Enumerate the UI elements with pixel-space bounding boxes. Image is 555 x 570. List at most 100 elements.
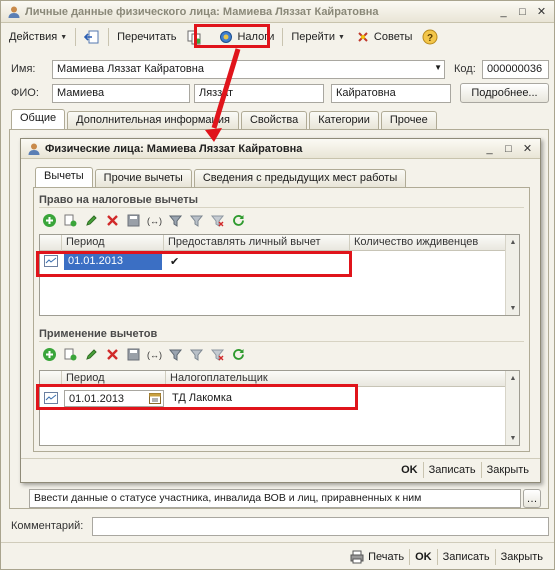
tab-deductions[interactable]: Вычеты [35, 167, 93, 187]
toolbar-separator [282, 28, 284, 46]
add-icon[interactable] [41, 212, 58, 229]
save-row-icon[interactable] [125, 212, 142, 229]
deductions-dialog: Физические лица: Мамиева Ляззат Кайратов… [20, 138, 541, 483]
vertical-scrollbar[interactable]: ▲ ▼ [505, 235, 519, 315]
add-icon[interactable] [41, 346, 58, 363]
name-input[interactable]: Мамиева Ляззат Кайратовна ▼ [52, 60, 445, 79]
filter-list-icon[interactable] [188, 212, 205, 229]
maximize-button[interactable]: □ [514, 4, 531, 20]
scroll-up-arrow-icon[interactable]: ▲ [506, 371, 519, 385]
more-label: Подробнее... [471, 87, 538, 99]
comment-label: Комментарий: [11, 520, 84, 532]
save-row-icon[interactable] [125, 346, 142, 363]
remove-filter-icon[interactable] [209, 346, 226, 363]
tab-categories[interactable]: Категории [309, 111, 379, 129]
last-name-value: Мамиева [57, 87, 105, 99]
vertical-scrollbar[interactable]: ▲ ▼ [505, 371, 519, 445]
dropdown-arrow-icon: ▼ [337, 33, 345, 41]
filter-list-icon[interactable] [188, 346, 205, 363]
close-button[interactable]: ✕ [533, 4, 550, 20]
tab-other-deductions[interactable]: Прочие вычеты [94, 169, 192, 187]
window-title: Личные данные физического лица: Мамиева … [25, 5, 379, 18]
person-icon [27, 142, 41, 156]
go-back-button[interactable] [80, 26, 104, 48]
copy-row-icon[interactable] [62, 212, 79, 229]
scroll-down-arrow-icon[interactable]: ▼ [506, 301, 519, 315]
copy-row-icon[interactable] [62, 346, 79, 363]
edit-icon[interactable] [83, 346, 100, 363]
column-header-dependents[interactable]: Количество иждивенцев [350, 235, 507, 251]
first-name-input[interactable]: Ляззат [194, 84, 324, 103]
footer-bar: Печать OK Записать Закрыть [344, 547, 548, 567]
delete-icon[interactable] [104, 346, 121, 363]
print-button[interactable]: Печать [344, 547, 409, 567]
dialog-close-button[interactable]: ✕ [519, 141, 536, 157]
toolbar-separator [75, 28, 77, 46]
refresh-icon[interactable] [230, 346, 247, 363]
filter-icon[interactable] [167, 212, 184, 229]
patronymic-value: Кайратовна [336, 87, 396, 99]
code-input[interactable]: 000000036 [482, 60, 549, 79]
help-icon: ? [422, 29, 438, 45]
tab-previous-jobs[interactable]: Сведения с предыдущих мест работы [193, 169, 407, 187]
tab-additional-info[interactable]: Дополнительная информация [67, 111, 239, 129]
actions-menu[interactable]: Действия ▼ [5, 26, 71, 48]
cell-dependents[interactable] [352, 253, 502, 270]
dialog-minimize-button[interactable]: _ [481, 141, 498, 157]
remove-filter-icon[interactable] [209, 212, 226, 229]
column-header-personal-deduction[interactable]: Предоставлять личный вычет [164, 235, 350, 251]
refresh-icon[interactable] [230, 212, 247, 229]
comment-input[interactable] [92, 517, 549, 536]
dialog-maximize-button[interactable]: □ [500, 141, 517, 157]
minimize-button[interactable]: _ [495, 4, 512, 20]
footer-divider [1, 542, 554, 543]
reread-label: Перечитать [117, 31, 177, 43]
main-tabs: Общие Дополнительная информация Свойства… [11, 109, 437, 129]
edit-icon[interactable] [83, 212, 100, 229]
patronymic-input[interactable]: Кайратовна [331, 84, 451, 103]
table-header-icon-col [40, 235, 62, 251]
last-name-input[interactable]: Мамиева [52, 84, 190, 103]
goto-menu[interactable]: Перейти ▼ [287, 26, 349, 48]
help-button[interactable]: ? [418, 26, 442, 48]
dialog-title: Физические лица: Мамиева Ляззат Кайратов… [45, 142, 303, 155]
dialog-ok-button[interactable]: OK [396, 462, 423, 478]
dropdown-arrow-icon: ▼ [60, 33, 68, 41]
period-icon[interactable]: (↔) [146, 212, 163, 229]
status-field[interactable]: Ввести данные о статусе участника, инвал… [29, 489, 521, 508]
filter-icon[interactable] [167, 346, 184, 363]
close-window-button[interactable]: Закрыть [496, 549, 548, 565]
scroll-down-arrow-icon[interactable]: ▼ [506, 431, 519, 445]
highlight-taxes-button [194, 24, 270, 48]
column-header-period[interactable]: Период [62, 235, 164, 251]
more-button[interactable]: Подробнее... [460, 83, 549, 103]
svg-text:?: ? [427, 33, 433, 44]
fio-label: ФИО: [11, 87, 39, 99]
code-label: Код: [454, 63, 476, 75]
print-label: Печать [368, 551, 405, 563]
tab-general[interactable]: Общие [11, 109, 66, 129]
save-button[interactable]: Записать [438, 549, 495, 565]
tab-properties[interactable]: Свойства [240, 111, 308, 129]
ok-button[interactable]: OK [410, 549, 437, 565]
dialog-tabs: Вычеты Прочие вычеты Сведения с предыдущ… [35, 167, 407, 187]
reread-button[interactable]: Перечитать [113, 26, 180, 48]
actions-label: Действия [9, 31, 58, 43]
dialog-footer: OK Записать Закрыть [396, 462, 534, 478]
dialog-footer-divider [21, 458, 540, 459]
dropdown-arrow-icon[interactable]: ▼ [434, 63, 442, 72]
section-tax-deductions-title: Право на налоговые вычеты [39, 194, 199, 206]
dialog-save-button[interactable]: Записать [424, 462, 481, 478]
delete-icon[interactable] [104, 212, 121, 229]
name-label: Имя: [11, 63, 36, 75]
tips-icon [355, 29, 371, 45]
svg-text:(↔): (↔) [147, 216, 162, 226]
dialog-close-window-button[interactable]: Закрыть [482, 462, 534, 478]
tab-other[interactable]: Прочее [380, 111, 437, 129]
status-text: Ввести данные о статусе участника, инвал… [34, 492, 422, 504]
tips-button[interactable]: Советы [351, 26, 416, 48]
scroll-up-arrow-icon[interactable]: ▲ [506, 235, 519, 249]
svg-text:(↔): (↔) [147, 350, 162, 360]
status-select-button[interactable]: … [523, 489, 541, 508]
period-icon[interactable]: (↔) [146, 346, 163, 363]
